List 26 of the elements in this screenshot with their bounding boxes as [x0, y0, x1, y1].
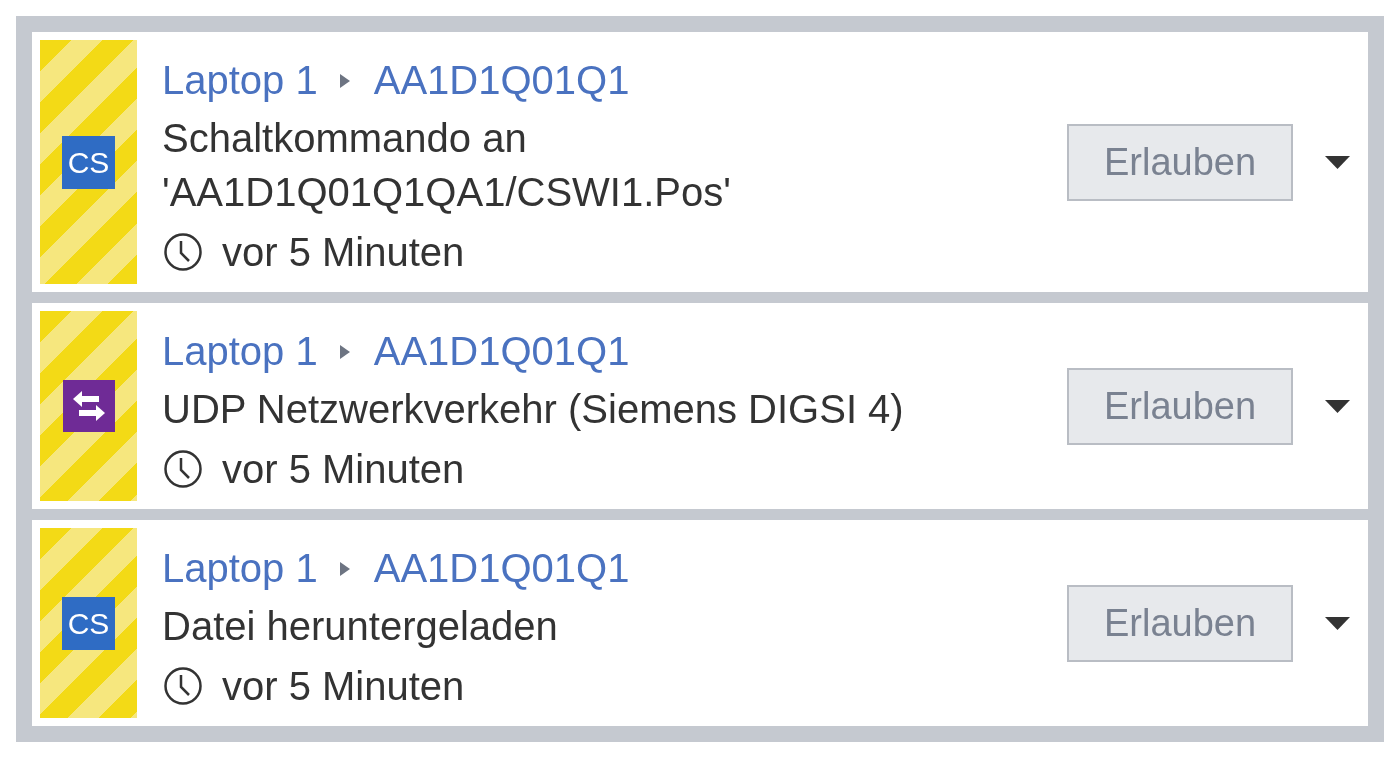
breadcrumb-arrow-icon: [339, 74, 350, 88]
timestamp: vor 5 Minuten: [222, 663, 465, 710]
timestamp: vor 5 Minuten: [222, 229, 465, 276]
dropdown-caret-icon[interactable]: [1325, 616, 1350, 630]
breadcrumb-link[interactable]: AA1D1Q01Q1: [373, 53, 630, 107]
breadcrumb-link[interactable]: AA1D1Q01Q1: [373, 324, 630, 378]
breadcrumb-arrow-icon: [339, 345, 350, 359]
clock-icon: [164, 233, 202, 271]
breadcrumb-link[interactable]: Laptop 1: [162, 541, 318, 595]
category-badge: CS: [62, 596, 115, 650]
notification-message: Datei heruntergeladen: [162, 603, 559, 650]
dropdown-caret-icon[interactable]: [1325, 155, 1350, 169]
breadcrumb-arrow-icon: [339, 562, 350, 576]
category-badge: CS: [62, 135, 115, 189]
allow-button[interactable]: Erlauben: [1067, 584, 1293, 662]
swap-arrows-icon: [62, 380, 115, 432]
breadcrumb-link[interactable]: AA1D1Q01Q1: [373, 541, 630, 595]
breadcrumb-link[interactable]: Laptop 1: [162, 53, 318, 107]
dropdown-caret-icon[interactable]: [1325, 399, 1350, 413]
notification-message: UDP Netzwerkverkehr (Siemens DIGSI 4): [162, 386, 905, 433]
clock-icon: [164, 667, 202, 705]
breadcrumb-link[interactable]: Laptop 1: [162, 324, 318, 378]
clock-icon: [164, 450, 202, 488]
timestamp: vor 5 Minuten: [222, 446, 465, 493]
allow-button[interactable]: Erlauben: [1067, 123, 1293, 201]
allow-button[interactable]: Erlauben: [1067, 367, 1293, 445]
